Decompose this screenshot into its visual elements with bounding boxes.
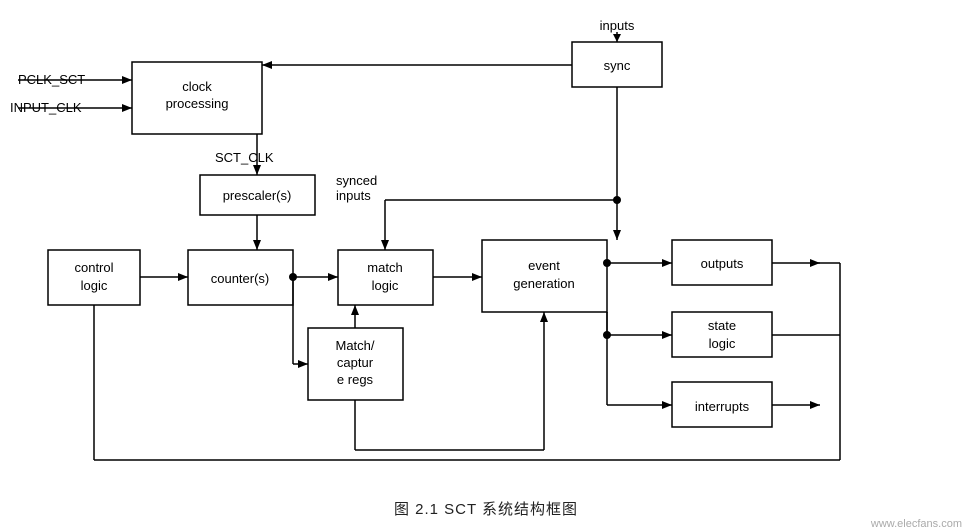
svg-text:interrupts: interrupts <box>695 399 750 414</box>
diagram-container: clock processing sync prescaler(s) contr… <box>0 0 972 490</box>
svg-text:captur: captur <box>337 355 374 370</box>
svg-text:sync: sync <box>604 58 631 73</box>
svg-text:inputs: inputs <box>600 18 635 33</box>
svg-text:state: state <box>708 318 736 333</box>
svg-text:synced: synced <box>336 173 377 188</box>
svg-text:logic: logic <box>81 278 108 293</box>
svg-text:logic: logic <box>709 336 736 351</box>
svg-text:outputs: outputs <box>701 256 744 271</box>
svg-text:match: match <box>367 260 402 275</box>
caption: 图 2.1 SCT 系统结构框图 <box>0 490 972 523</box>
svg-text:logic: logic <box>372 278 399 293</box>
svg-text:clock: clock <box>182 79 212 94</box>
svg-text:event: event <box>528 258 560 273</box>
svg-text:e regs: e regs <box>337 372 374 387</box>
svg-text:generation: generation <box>513 276 574 291</box>
svg-text:counter(s): counter(s) <box>211 271 270 286</box>
svg-text:SCT_CLK: SCT_CLK <box>215 150 274 165</box>
watermark: www.elecfans.com <box>871 518 962 530</box>
svg-text:prescaler(s): prescaler(s) <box>223 188 292 203</box>
svg-text:control: control <box>74 260 113 275</box>
svg-text:Match/: Match/ <box>335 338 374 353</box>
svg-text:inputs: inputs <box>336 188 371 203</box>
svg-text:processing: processing <box>166 96 229 111</box>
diagram-svg: clock processing sync prescaler(s) contr… <box>0 0 972 490</box>
